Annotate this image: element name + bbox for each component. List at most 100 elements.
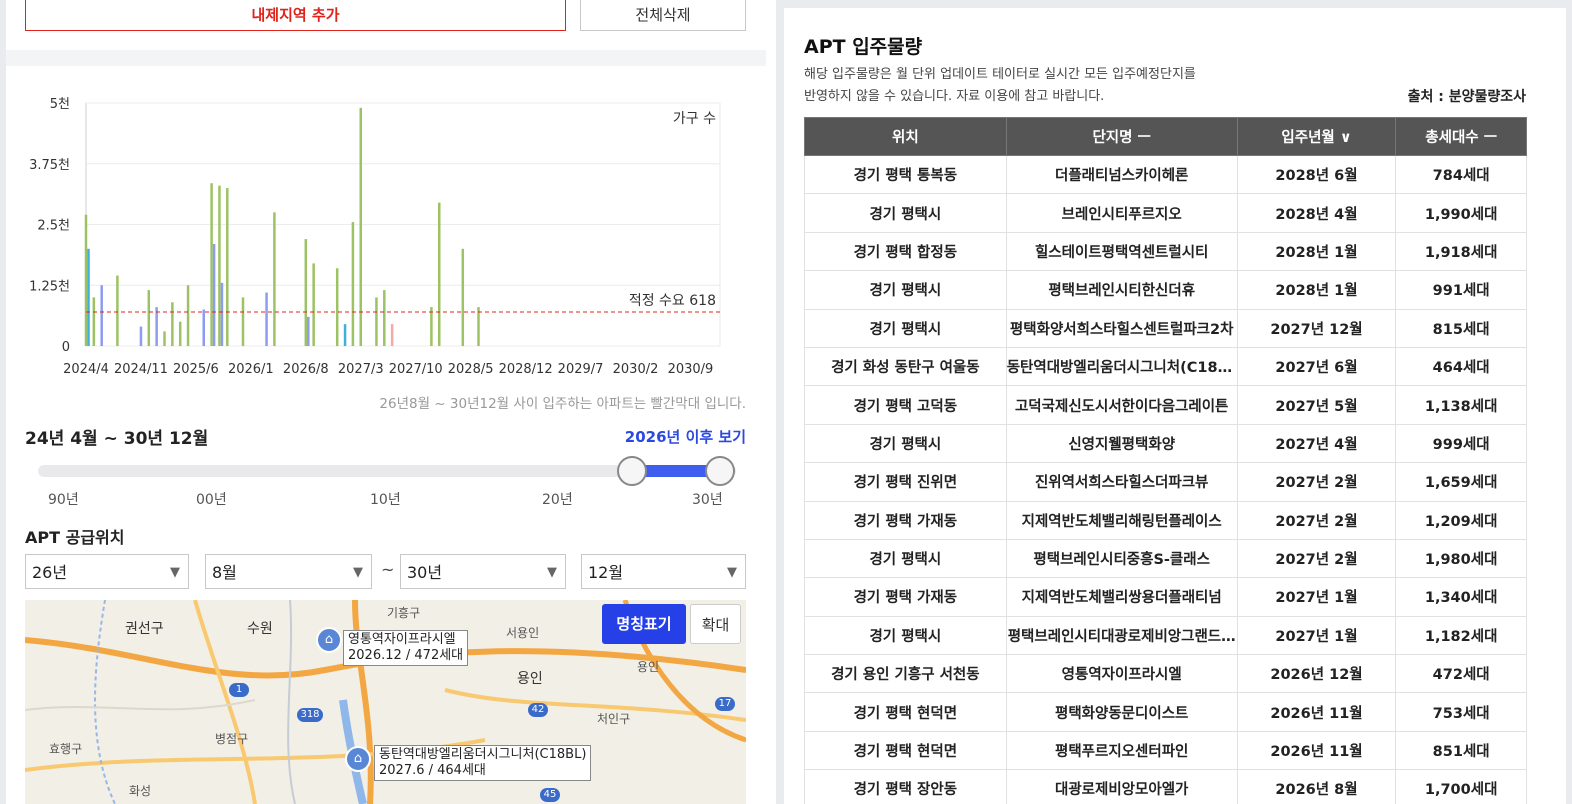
table-row[interactable]: 경기 평택 고덕동 고덕국제신도시서한이다음그레이튼 2027년 5월 1,138세대 [804,385,1527,425]
table-row[interactable]: 경기 평택 진위면 진위역서희스타힐스더파크뷰 2027년 2월 1,659세대 [804,462,1527,502]
name-display-toggle-button[interactable]: 명칭표기 [602,604,686,644]
table-row[interactable]: 경기 평택시 평택브레인시티한신더휴 2028년 1월 991세대 [804,270,1527,310]
cell-move-in: 2028년 4월 [1236,193,1397,233]
cell-households: 1,700세대 [1395,769,1527,804]
range-separator: ~ [381,560,395,579]
apt-supply-table: 위치 단지명 ㅡ 입주년월 ∨ 총세대수 ㅡ 경기 평택 통복동 더플래티넘스카이… [804,117,1527,804]
cell-location: 경기 용인 기흥구 서천동 [804,654,1007,694]
add-region-button[interactable]: 내제지역 추가 [25,0,566,31]
table-row[interactable]: 경기 평택시 평택브레인시티중흥S-클래스 2027년 2월 1,980세대 [804,538,1527,579]
map-label: 권선구 [125,621,164,637]
x-tick-label: 2027/3 [338,362,384,377]
map-label: 서용인 [506,626,540,640]
y-tick-label: 0 [62,340,70,355]
map-zoom-button[interactable]: 확대 [690,604,741,644]
road-number-badge: 1 [229,683,249,697]
column-header-move-in[interactable]: 입주년월 ∨ [1236,117,1397,156]
cell-complex: 브레인시티푸르지오 [1005,193,1238,233]
apartment-marker-icon[interactable]: ⌂ [316,627,342,653]
cell-move-in: 2026년 8월 [1236,769,1397,804]
description: 해당 입주물량은 월 단위 업데이트 테이터로 실시간 모든 입주예정단지를 반… [804,64,1224,108]
bar-mark [92,297,96,346]
left-panel: 내제지역 추가 전체삭제 0 1.25천 2.5천 3.75천 5천 2024/4 202… [6,0,776,804]
cell-move-in: 2027년 5월 [1236,385,1397,425]
table-row[interactable]: 경기 평택 통복동 더플래티넘스카이헤론 2028년 6월 784세대 [804,154,1527,195]
cell-complex: 고덕국제신도시서한이다음그레이튼 [1005,385,1238,425]
section-divider [6,50,766,66]
cell-move-in: 2028년 1월 [1236,270,1397,310]
column-header-households[interactable]: 총세대수 ㅡ [1395,117,1527,156]
table-row[interactable]: 경기 화성 동탄구 여울동 동탄역대방엘리움더시그니처(C18BL) 2027년 6… [804,346,1527,387]
bar-mark [202,309,205,346]
x-tick-label: 2024/4 [63,362,109,377]
x-tick-label: 2027/10 [389,362,443,377]
cell-move-in: 2027년 2월 [1236,462,1397,502]
bar-mark [220,282,224,346]
end-year-select[interactable]: 30년 ▼ [400,554,566,589]
start-year-select[interactable]: 26년 ▼ [25,554,189,589]
table-row[interactable]: 경기 평택시 평택화양서희스타힐스센트럴파크2차 2027년 12월 815세대 [804,308,1527,348]
description-line: 반영하지 않을 수 있습니다. 자료 이용에 참고 바랍니다. [804,89,1105,104]
slider-start-handle[interactable] [617,456,647,486]
table-row[interactable]: 경기 평택 장안동 대광로제비앙모아엘가 2026년 8월 1,700세대 [804,769,1527,804]
cell-households: 991세대 [1395,270,1527,310]
table-row[interactable]: 경기 평택 현덕면 평택푸르지오센터파인 2026년 11월 851세대 [804,730,1527,771]
x-tick-label: 2028/5 [448,362,494,377]
description-line: 해당 입주물량은 월 단위 업데이트 테이터로 실시간 모든 입주예정단지를 [804,67,1196,82]
table-row[interactable]: 경기 평택시 평택브레인시티대광로제비앙그랜드… 2027년 1월 1,182세대 [804,615,1527,656]
bar-mark [390,324,394,346]
reference-label: 적정 수요 618 [629,293,716,309]
cell-complex: 더플래티넘스카이헤론 [1005,154,1238,195]
cell-households: 464세대 [1395,346,1527,387]
slider-end-handle[interactable] [705,456,735,486]
road-number-badge: 45 [540,788,560,802]
cell-location: 경기 평택시 [804,538,1007,579]
bar-mark [139,326,143,346]
supply-map[interactable]: 권선구 수원 기흥구 서용인 용인 처인구 병점구 효행구 화성 용인 1 42… [25,600,746,804]
bar-mark [438,202,441,346]
table-row[interactable]: 경기 용인 기흥구 서천동 영통역자이프라시엘 2026년 12월 472세대 [804,654,1527,694]
delete-all-button[interactable]: 전체삭제 [580,0,746,31]
cell-households: 1,918세대 [1395,231,1527,272]
column-header-location[interactable]: 위치 [804,117,1007,156]
view-after-2026-link[interactable]: 2026년 이후 보기 [625,426,746,447]
cell-complex: 대광로제비앙모아엘가 [1005,769,1238,804]
map-marker-label[interactable]: 동탄역대방엘리움더시그니처(C18BL) 2027.6 / 464세대 [374,745,592,781]
cell-households: 784세대 [1395,154,1527,195]
right-panel: APT 입주물량 해당 입주물량은 월 단위 업데이트 테이터로 실시간 모든 … [784,8,1566,804]
bar-mark [100,285,103,346]
cell-location: 경기 화성 동탄구 여울동 [804,346,1007,387]
column-header-complex[interactable]: 단지명 ㅡ [1005,117,1238,156]
cell-complex: 힐스테이트평택역센트럴시티 [1005,231,1238,272]
cell-complex: 지제역반도체밸리쌍용더플래티넘 [1005,577,1238,617]
map-marker-label[interactable]: 영통역자이프라시엘 2026.12 / 472세대 [343,630,469,666]
table-row[interactable]: 경기 평택시 브레인시티푸르지오 2028년 4월 1,990세대 [804,193,1527,233]
x-tick-label: 2029/7 [558,362,604,377]
table-row[interactable]: 경기 평택 가재동 지제역반도체밸리해링턴플레이스 2027년 2월 1,209세대 [804,500,1527,540]
dropdown-arrow-icon: ▼ [547,565,557,580]
table-header: 위치 단지명 ㅡ 입주년월 ∨ 총세대수 ㅡ [804,117,1527,156]
start-month-select[interactable]: 8월 ▼ [205,554,372,589]
bar-mark [273,212,276,346]
end-month-select[interactable]: 12월 ▼ [581,554,746,589]
bar-mark [265,292,268,346]
road-number-badge: 318 [297,708,323,722]
page-title: APT 입주물량 [804,36,923,58]
x-tick-label: 2026/1 [228,362,274,377]
cell-households: 815세대 [1395,308,1527,348]
bar-mark [218,185,221,346]
dropdown-arrow-icon: ▼ [353,565,363,580]
bar-mark [241,297,245,346]
x-tick-label: 2030/9 [668,362,714,377]
cell-location: 경기 평택시 [804,423,1007,464]
cell-location: 경기 평택 통복동 [804,154,1007,195]
y-axis-label: 가구 수 [673,111,716,127]
marker-detail: 2027.6 / 464세대 [379,763,486,778]
table-row[interactable]: 경기 평택 현덕면 평택화양동문디이스트 2026년 11월 753세대 [804,692,1527,732]
table-row[interactable]: 경기 평택 가재동 지제역반도체밸리쌍용더플래티넘 2027년 1월 1,340세대 [804,577,1527,617]
bar-mark [335,268,339,346]
table-row[interactable]: 경기 평택 합정동 힐스테이트평택역센트럴시티 2028년 1월 1,918세대 [804,231,1527,272]
apartment-marker-icon[interactable]: ⌂ [345,746,371,772]
table-row[interactable]: 경기 평택시 신영지웰평택화양 2027년 4월 999세대 [804,423,1527,464]
bar-mark [359,107,362,346]
